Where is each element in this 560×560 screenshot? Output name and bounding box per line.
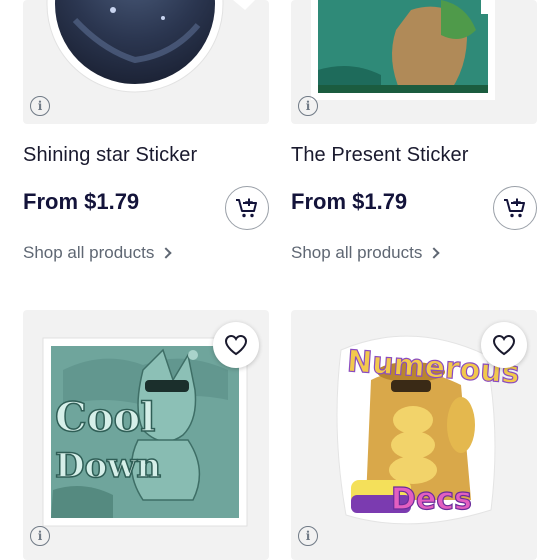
product-card-the-present[interactable]: i The Present Sticker From $1.79 Shop al… (291, 0, 537, 262)
info-icon[interactable]: i (30, 96, 50, 116)
product-title[interactable]: Shining star Sticker (23, 144, 197, 167)
shop-link-label: Shop all products (23, 243, 155, 262)
product-price: From $1.79 (23, 189, 140, 214)
product-card-cool-down[interactable]: Cool Down i (23, 310, 269, 560)
info-icon[interactable]: i (298, 96, 318, 116)
sticker-text-decs: Decs (390, 481, 472, 517)
product-thumbnail[interactable]: Numerous Decs i (291, 310, 537, 560)
chevron-right-icon (160, 247, 173, 259)
product-title[interactable]: The Present Sticker (291, 144, 469, 167)
product-card-shining-star[interactable]: i Shining star Sticker From $1.79 Shop a… (23, 0, 269, 262)
product-price: From $1.79 (291, 189, 408, 214)
sticker-text-down: Down (54, 445, 162, 487)
info-icon[interactable]: i (298, 526, 318, 546)
cart-plus-icon (236, 198, 257, 218)
info-icon[interactable]: i (30, 526, 50, 546)
cart-plus-icon (504, 198, 525, 218)
add-to-cart-button[interactable] (493, 186, 537, 230)
shop-link-label: Shop all products (291, 243, 423, 262)
favorite-button[interactable] (213, 322, 259, 368)
heart-icon (224, 334, 248, 356)
round-dark-planet-sticker-image (46, 0, 255, 93)
chevron-right-icon (428, 247, 441, 259)
favorite-button[interactable] (481, 322, 527, 368)
product-thumbnail[interactable]: i (23, 0, 269, 124)
sticker-text-cool: Cool (54, 393, 156, 442)
product-thumbnail[interactable]: i (291, 0, 537, 124)
heart-icon (492, 334, 516, 356)
product-thumbnail[interactable]: Cool Down i (23, 310, 269, 560)
shop-all-products-link[interactable]: Shop all products (23, 243, 173, 263)
add-to-cart-button[interactable] (225, 186, 269, 230)
product-card-numerous-decs[interactable]: Numerous Decs i (291, 310, 537, 560)
shop-all-products-link[interactable]: Shop all products (291, 243, 441, 263)
green-square-art-sticker-image (311, 0, 495, 100)
